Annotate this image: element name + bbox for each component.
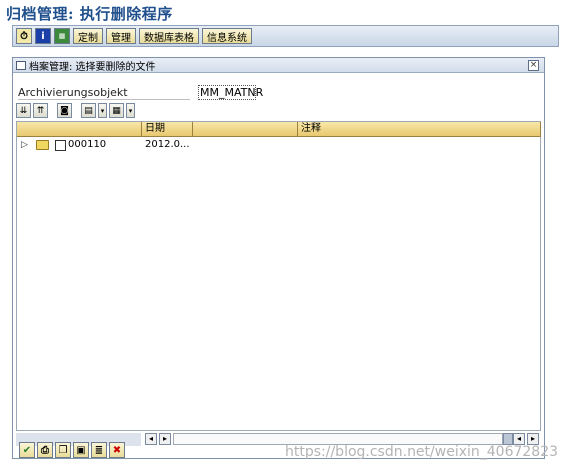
- print-icon[interactable]: ⎙: [37, 442, 53, 458]
- archiving-object-row: Archivierungsobjekt MM_MATNR: [18, 85, 538, 100]
- field-underline: [18, 99, 190, 100]
- layout-icon[interactable]: ▦: [109, 103, 124, 118]
- dialog-title: 档案管理: 选择要删除的文件: [29, 61, 156, 73]
- collapse-all-icon[interactable]: ⇈: [33, 103, 48, 118]
- file-tree: 日期 注释 ▷ 000110 2012.0...: [16, 121, 541, 431]
- archive-file-dialog: 档案管理: 选择要删除的文件 × Archivierungsobjekt MM_…: [12, 57, 545, 459]
- dialog-button-bar: ✔ ⎙ ❐ ▣ ≣ ✖: [12, 440, 125, 460]
- column-header-blank[interactable]: [193, 122, 298, 137]
- row-date: 2012.0...: [145, 139, 190, 150]
- find-icon[interactable]: ◙: [57, 103, 72, 118]
- manage-button[interactable]: 管理: [106, 28, 136, 44]
- list-icon[interactable]: ≣: [91, 442, 107, 458]
- check-icon[interactable]: ✔: [19, 442, 35, 458]
- page-title: 归档管理: 执行删除程序: [6, 5, 173, 23]
- copy-icon[interactable]: ❐: [55, 442, 71, 458]
- save-icon[interactable]: ▣: [73, 442, 89, 458]
- tree-toolbar: ⇊ ⇈ ◙ ▤ ▾ ▦ ▾: [16, 102, 135, 119]
- application-toolbar: ⏱ i ▦ 定制 管理 数据库表格 信息系统: [12, 25, 559, 47]
- watermark-text: https://blog.csdn.net/weixin_40672823: [285, 444, 559, 460]
- info-system-button[interactable]: 信息系统: [202, 28, 252, 44]
- expand-all-icon[interactable]: ⇊: [16, 103, 31, 118]
- variant-icon[interactable]: ▦: [54, 28, 70, 44]
- cancel-icon[interactable]: ✖: [109, 442, 125, 458]
- expand-arrow-icon[interactable]: ▷: [21, 140, 28, 150]
- column-header-tree[interactable]: [17, 122, 142, 137]
- info-icon[interactable]: i: [35, 28, 51, 44]
- close-icon[interactable]: ×: [528, 60, 539, 71]
- column-header-date[interactable]: 日期: [142, 122, 193, 137]
- archiving-object-value[interactable]: MM_MATNR: [198, 85, 263, 100]
- scroll-right-icon[interactable]: ▸: [159, 433, 171, 445]
- customize-button[interactable]: 定制: [73, 28, 103, 44]
- layout-dropdown-icon[interactable]: ▾: [126, 103, 135, 118]
- row-name: 000110: [68, 139, 107, 150]
- row-checkbox[interactable]: [55, 140, 66, 151]
- dialog-header: 档案管理: 选择要删除的文件: [13, 58, 544, 73]
- dropdown-icon[interactable]: ▾: [98, 103, 107, 118]
- scroll-left-icon[interactable]: ◂: [145, 433, 157, 445]
- folder-icon: [36, 140, 49, 150]
- print-preview-icon[interactable]: ▤: [81, 103, 96, 118]
- tree-row[interactable]: ▷ 000110 2012.0...: [17, 139, 540, 153]
- clock-icon[interactable]: ⏱: [16, 28, 32, 44]
- dialog-window-icon: [16, 60, 26, 70]
- column-header-comment[interactable]: 注释: [298, 122, 541, 137]
- archiving-object-label: Archivierungsobjekt: [18, 86, 128, 99]
- database-table-button[interactable]: 数据库表格: [139, 28, 199, 44]
